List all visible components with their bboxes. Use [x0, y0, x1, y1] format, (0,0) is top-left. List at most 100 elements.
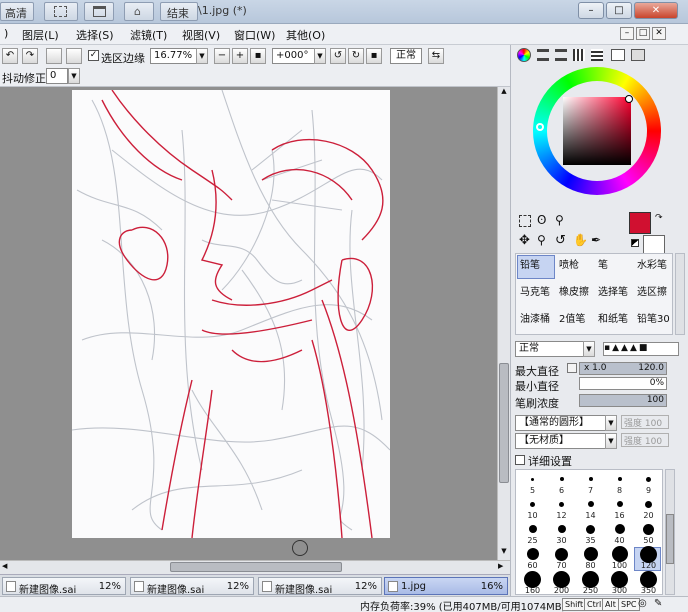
brush-pen[interactable]: 笔: [595, 255, 633, 279]
doc-tab-2[interactable]: 新建图像.sai 12%: [258, 577, 382, 596]
zoom-reset-button[interactable]: ▪: [250, 48, 266, 64]
brush-shape-dropdown-icon[interactable]: ▼: [605, 415, 617, 431]
menu-item-other[interactable]: 其他(O): [286, 27, 325, 43]
rgb-slider-icon[interactable]: [537, 49, 549, 61]
detail-settings-checkbox[interactable]: [515, 455, 525, 465]
brush-texture-dropdown-icon[interactable]: ▼: [605, 433, 617, 449]
title-tab-0[interactable]: 高清: [0, 2, 34, 21]
horizontal-scrollbar[interactable]: ◀ ▶: [0, 560, 510, 574]
brush-airbrush[interactable]: 喷枪: [556, 255, 594, 279]
title-tab-2[interactable]: [84, 2, 114, 21]
brush-tip-shape-selector[interactable]: ▪▲▲▲■: [603, 342, 679, 356]
mdi-restore-button[interactable]: □: [636, 27, 650, 40]
brush-texture-select[interactable]: 【无材质】: [515, 433, 617, 449]
brush-grid-scrollbar[interactable]: [675, 253, 685, 335]
presets-scroll-thumb[interactable]: [666, 514, 674, 564]
density-slider[interactable]: 100: [579, 394, 667, 407]
menu-item-window[interactable]: 窗口(W): [234, 27, 275, 43]
canvas-toolbar: ↶ ↷ ✓ 选区边缘 16.77% ▼ − + ▪ +000° ▼ ↺ ↻ ▪ …: [0, 45, 510, 67]
menu-item-view[interactable]: 视图(V): [182, 27, 220, 43]
menu-item-filter[interactable]: 滤镜(T): [130, 27, 167, 43]
hue-ring[interactable]: [533, 67, 661, 195]
scratchpad-icon[interactable]: [611, 49, 625, 61]
size-preset-dot: [531, 477, 534, 481]
brush-blend-dropdown-icon[interactable]: ▼: [583, 341, 595, 357]
min-size-slider[interactable]: 0%: [579, 377, 667, 390]
blend-mode-select[interactable]: 正常: [390, 48, 422, 64]
rotate-left-icon[interactable]: ↺: [330, 48, 346, 64]
hue-handle[interactable]: [536, 123, 544, 131]
stabilizer-dropdown-icon[interactable]: ▼: [68, 68, 80, 84]
rect-select-icon[interactable]: [519, 215, 531, 227]
navigator-icon[interactable]: [631, 49, 645, 61]
invert-selection-icon[interactable]: [66, 48, 82, 64]
hsv-slider-icon[interactable]: [555, 49, 567, 61]
brush-texture-strength[interactable]: 强度 100: [621, 433, 669, 447]
lasso-icon[interactable]: ʘ: [537, 213, 546, 227]
eyedropper-icon[interactable]: ✒: [591, 233, 601, 247]
zoom-tool-icon[interactable]: ⚲: [537, 233, 546, 247]
doc-tab-1[interactable]: 新建图像.sai 12%: [130, 577, 254, 596]
rotate-tool-icon[interactable]: ↺: [555, 233, 566, 248]
flip-icon[interactable]: ⇆: [428, 48, 444, 64]
color-wheel-mode-icon[interactable]: [517, 48, 531, 62]
scroll-right-icon[interactable]: ▶: [498, 562, 508, 572]
brush-select-pen[interactable]: 选择笔: [595, 282, 633, 306]
rotation-handle-icon[interactable]: [292, 540, 308, 556]
rotate-reset-icon[interactable]: ▪: [366, 48, 382, 64]
max-size-slider[interactable]: x 1.0 120.0: [579, 362, 667, 375]
scroll-left-icon[interactable]: ◀: [2, 562, 12, 572]
presets-scrollbar[interactable]: [665, 469, 675, 595]
title-tab-3[interactable]: ⌂: [124, 2, 154, 21]
swap-colors-icon[interactable]: ↷: [655, 213, 663, 223]
deselect-icon[interactable]: [46, 48, 62, 64]
title-tab-4[interactable]: 结束: [160, 2, 198, 21]
primary-color-swatch[interactable]: [629, 212, 651, 234]
brush-eraser[interactable]: 橡皮擦: [556, 282, 594, 306]
close-button[interactable]: ✕: [634, 2, 678, 19]
magic-wand-icon[interactable]: ⚲: [555, 213, 564, 227]
swatch-grid-icon[interactable]: [591, 49, 603, 61]
size-lock-icon[interactable]: [567, 363, 577, 373]
zoom-out-button[interactable]: −: [214, 48, 230, 64]
scroll-down-icon[interactable]: ▼: [499, 547, 509, 557]
reset-colors-icon[interactable]: [631, 239, 639, 247]
mdi-close-button[interactable]: ✕: [652, 27, 666, 40]
brush-pencil[interactable]: 铅笔: [517, 255, 555, 279]
doc-tab-0[interactable]: 新建图像.sai 12%: [2, 577, 126, 596]
undo-icon[interactable]: ↶: [2, 48, 18, 64]
menu-item-select[interactable]: 选择(S): [76, 27, 114, 43]
mdi-minimize-button[interactable]: –: [620, 27, 634, 40]
title-tab-1[interactable]: [44, 2, 78, 21]
selection-edge-checkbox[interactable]: ✓: [88, 50, 99, 61]
brush-shape-select[interactable]: 【通常的圆形】: [515, 415, 617, 431]
swatch-icon[interactable]: [573, 49, 585, 61]
brush-watercolor[interactable]: 水彩笔: [634, 255, 672, 279]
maximize-button[interactable]: □: [606, 2, 632, 19]
color-picker-handle[interactable]: [625, 95, 633, 103]
zoom-in-button[interactable]: +: [232, 48, 248, 64]
hand-tool-icon[interactable]: ✋: [573, 233, 588, 247]
scroll-up-icon[interactable]: ▲: [499, 87, 509, 97]
brush-shape-strength[interactable]: 强度 100: [621, 415, 669, 429]
brush-select-eraser[interactable]: 选区擦: [634, 282, 672, 306]
rotation-dropdown-icon[interactable]: ▼: [314, 48, 326, 64]
menu-item-layer[interactable]: 图层(L): [22, 27, 59, 43]
brush-marker[interactable]: 马克笔: [517, 282, 555, 306]
minimize-button[interactable]: –: [578, 2, 604, 19]
vertical-scrollbar[interactable]: ▲ ▼: [497, 87, 510, 560]
canvas-paper[interactable]: [72, 90, 390, 538]
zoom-dropdown-icon[interactable]: ▼: [196, 48, 208, 64]
saturation-value-square[interactable]: [563, 97, 631, 165]
redo-icon[interactable]: ↷: [22, 48, 38, 64]
stabilizer-select[interactable]: 0: [46, 68, 68, 84]
vertical-scroll-thumb[interactable]: [499, 363, 509, 483]
brush-pencil-30[interactable]: 铅笔30: [634, 309, 672, 333]
horizontal-scroll-thumb[interactable]: [170, 562, 342, 572]
doc-tab-3-active[interactable]: 1.jpg 16%: [384, 577, 508, 595]
move-icon[interactable]: ✥: [519, 233, 530, 248]
brush-binary-pen[interactable]: 2值笔: [556, 309, 594, 333]
brush-washi[interactable]: 和纸笔: [595, 309, 633, 333]
brush-bucket[interactable]: 油漆桶: [517, 309, 555, 333]
rotate-right-icon[interactable]: ↻: [348, 48, 364, 64]
